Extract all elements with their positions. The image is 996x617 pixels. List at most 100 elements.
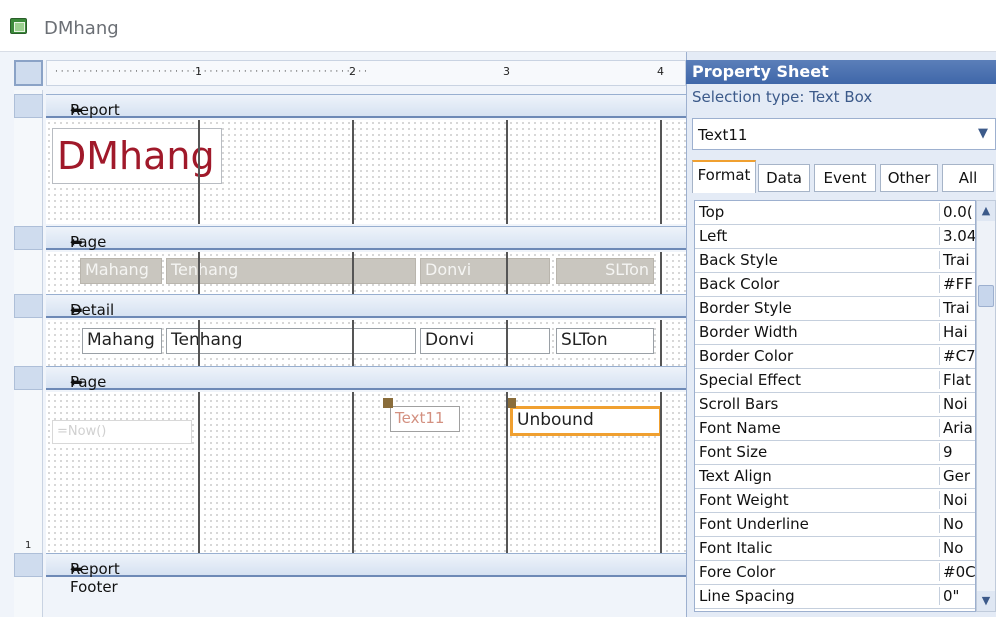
label-mahang[interactable]: Mahang [80, 258, 162, 284]
vruler-section-selector[interactable] [14, 366, 43, 390]
property-value[interactable]: Noi [939, 491, 975, 509]
property-value[interactable]: Hai [939, 323, 975, 341]
report-selector[interactable] [14, 60, 43, 86]
grid-line [506, 320, 508, 366]
property-row[interactable]: Border Style Trai [695, 297, 975, 321]
section-label: Detail [70, 301, 115, 319]
horizontal-ruler[interactable]: · · · · · · · · · · · · · · · · · · · · … [46, 60, 686, 86]
property-value[interactable]: 3.04 [939, 227, 975, 245]
property-row[interactable]: Top 0.0( [695, 201, 975, 225]
tab-format[interactable]: Format [692, 160, 756, 193]
property-value[interactable]: 0" [939, 587, 975, 605]
section-page-footer[interactable]: ⬅ Page Footer [46, 366, 686, 409]
section-report-header[interactable]: ⬅ Report Header [46, 94, 686, 137]
property-value[interactable]: 9 [939, 443, 975, 461]
section-label: Report Footer [70, 560, 120, 596]
tab-data[interactable]: Data [758, 164, 810, 192]
property-value[interactable]: No [939, 539, 975, 557]
tab-event[interactable]: Event [814, 164, 876, 192]
grid-line [506, 252, 508, 294]
property-name: Line Spacing [699, 587, 795, 605]
property-name: Left [699, 227, 728, 245]
property-value[interactable]: Ger [939, 467, 975, 485]
scroll-down-icon[interactable]: ▼ [977, 591, 995, 611]
footer-now-field[interactable]: =Now() [52, 420, 192, 444]
footer-textbox-unbound[interactable]: Unbound [510, 406, 662, 436]
footer-label-text11[interactable]: Text11 [390, 406, 460, 432]
control-selector[interactable]: Text11 ▼ [692, 118, 996, 150]
property-name: Font Name [699, 419, 781, 437]
property-value[interactable]: No [939, 515, 975, 533]
vruler-section-selector[interactable] [14, 294, 43, 318]
property-value[interactable]: Aria [939, 419, 975, 437]
property-row[interactable]: Font Italic No [695, 537, 975, 561]
vruler-section-selector[interactable] [14, 553, 43, 577]
property-row[interactable]: Font Name Aria [695, 417, 975, 441]
grid-line [198, 252, 200, 294]
property-sheet-header: Property Sheet ▼ ✕ [686, 60, 996, 84]
property-name: Back Style [699, 251, 778, 269]
property-value[interactable]: Flat [939, 371, 975, 389]
label-donvi[interactable]: Donvi [420, 258, 550, 284]
property-value[interactable]: Trai [939, 251, 975, 269]
vruler-section-selector[interactable] [14, 226, 43, 250]
property-name: Font Italic [699, 539, 773, 557]
property-row[interactable]: Text Align Ger [695, 465, 975, 489]
property-name: Text Align [699, 467, 772, 485]
property-row[interactable]: Back Style Trai [695, 249, 975, 273]
property-name: Font Weight [699, 491, 789, 509]
grid-line [506, 392, 508, 553]
field-donvi[interactable]: Donvi [420, 328, 550, 354]
section-page-header[interactable]: ⬅ Page Header [46, 226, 686, 269]
ruler-mark-3: 3 [503, 65, 510, 78]
field-mahang[interactable]: Mahang [82, 328, 162, 354]
property-row[interactable]: Back Color #FF [695, 273, 975, 297]
property-name: Font Size [699, 443, 768, 461]
move-handle[interactable] [383, 398, 393, 408]
property-value[interactable]: Noi [939, 395, 975, 413]
property-name: Font Underline [699, 515, 809, 533]
field-tenhang[interactable]: Tenhang [166, 328, 416, 354]
property-row[interactable]: Line Spacing 0" [695, 585, 975, 609]
property-scrollbar[interactable]: ▲ ▼ [976, 200, 996, 612]
grid-line [198, 392, 200, 553]
window-title: DMhang [44, 18, 119, 39]
grid-line [352, 320, 354, 366]
property-value[interactable]: #FF [939, 275, 975, 293]
property-row[interactable]: Border Color #C7 [695, 345, 975, 369]
chevron-down-icon[interactable]: ▼ [973, 123, 993, 145]
section-detail[interactable]: ⬅ Detail [46, 294, 686, 319]
vruler-section-selector[interactable] [14, 94, 43, 118]
property-name: Border Style [699, 299, 792, 317]
field-slton[interactable]: SLTon [556, 328, 654, 354]
tab-all[interactable]: All [942, 164, 994, 192]
tab-other[interactable]: Other [880, 164, 938, 192]
scroll-thumb[interactable] [978, 285, 994, 307]
property-value[interactable]: 0.0( [939, 203, 975, 221]
selection-type: Selection type: Text Box [692, 88, 873, 106]
grid-line [198, 320, 200, 366]
property-value[interactable]: Trai [939, 299, 975, 317]
property-row[interactable]: Special Effect Flat [695, 369, 975, 393]
property-grid: Top 0.0( Left 3.04 Back Style Trai Back Color #… [694, 200, 976, 612]
property-name: Scroll Bars [699, 395, 779, 413]
property-row[interactable]: Fore Color #0C [695, 561, 975, 585]
property-row[interactable]: Font Size 9 [695, 441, 975, 465]
grid-line [660, 120, 662, 224]
ruler-mark-4: 4 [657, 65, 664, 78]
label-slton[interactable]: SLTon [556, 258, 654, 284]
property-value[interactable]: #0C [939, 563, 975, 581]
scroll-up-icon[interactable]: ▲ [977, 201, 995, 221]
grid-line [660, 320, 662, 366]
vertical-ruler[interactable] [14, 90, 43, 617]
property-row[interactable]: Scroll Bars Noi [695, 393, 975, 417]
property-value[interactable]: #C7 [939, 347, 975, 365]
section-report-footer[interactable]: ⬅ Report Footer [46, 553, 686, 596]
property-row[interactable]: Font Weight Noi [695, 489, 975, 513]
property-row[interactable]: Font Underline No [695, 513, 975, 537]
grid-line [660, 392, 662, 553]
report-title[interactable]: DMhang [52, 128, 222, 184]
label-tenhang[interactable]: Tenhang [166, 258, 416, 284]
property-row[interactable]: Border Width Hai [695, 321, 975, 345]
property-row[interactable]: Left 3.04 [695, 225, 975, 249]
